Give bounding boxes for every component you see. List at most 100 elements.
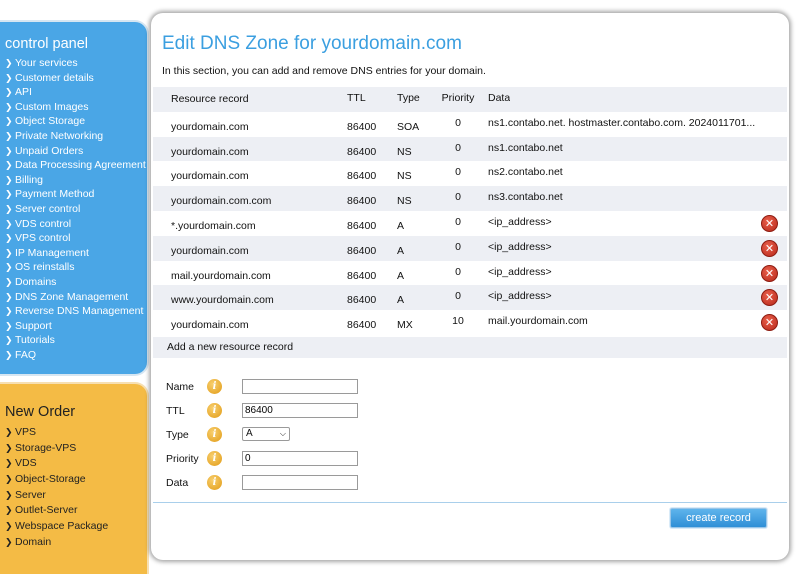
sidebar-item-your-services[interactable]: ❯ Your services (5, 56, 147, 71)
record-ttl: 86400 (347, 319, 377, 332)
record-type: MX (397, 319, 413, 332)
type-select[interactable]: A ⌵ (242, 427, 290, 441)
sidebar-item-faq[interactable]: ❯ FAQ (5, 348, 147, 363)
chevron-right-icon: ❯ (5, 427, 13, 437)
chevron-right-icon: ❯ (5, 489, 13, 500)
info-icon[interactable]: i (207, 403, 222, 418)
record-priority: 0 (455, 116, 461, 129)
new-order-item-webspace-package[interactable]: ❯ Webspace Package (5, 519, 147, 535)
chevron-right-icon: ❯ (5, 291, 13, 302)
delete-icon[interactable]: ✕ (761, 214, 778, 232)
column-header-data: Data (488, 92, 511, 104)
sidebar-item-domains[interactable]: ❯ Domains (5, 275, 147, 290)
record-type: NS (397, 170, 412, 183)
sidebar-item-vps-control[interactable]: ❯ VPS control (5, 231, 147, 246)
delete-icon[interactable]: ✕ (761, 239, 778, 257)
chevron-right-icon: ❯ (5, 203, 13, 214)
chevron-right-icon: ❯ (5, 160, 13, 171)
record-ttl: 86400 (347, 195, 377, 208)
table-row: *.yourdomain.com 86400 A 0 <ip_address> … (153, 211, 787, 236)
dns-records-table: Resource record TTL Type Priority Data y… (153, 87, 787, 335)
sidebar-item-custom-images[interactable]: ❯ Custom Images (5, 100, 147, 115)
record-data: ns1.contabo.net. hostmaster.contabo.com.… (488, 116, 756, 129)
data-input[interactable] (242, 475, 358, 490)
sidebar-item-server-control[interactable]: ❯ Server control (5, 202, 147, 217)
sidebar-item-private-networking[interactable]: ❯ Private Networking (5, 129, 147, 144)
chevron-right-icon: ❯ (5, 72, 13, 83)
record-name: *.yourdomain.com (171, 219, 256, 232)
record-data: ns1.contabo.net (488, 141, 563, 154)
sidebar-item-customer-details[interactable]: ❯ Customer details (5, 71, 147, 86)
record-priority: 0 (455, 141, 461, 154)
sidebar-item-reverse-dns-management[interactable]: ❯ Reverse DNS Management (5, 304, 147, 319)
record-priority: 0 (455, 240, 461, 253)
new-order-item-vps[interactable]: ❯ VPS (5, 425, 147, 441)
new-order-item-storage-vps[interactable]: ❯ Storage-VPS (5, 441, 147, 457)
name-input[interactable] (242, 379, 358, 394)
chevron-right-icon: ❯ (5, 276, 13, 287)
new-order-menu: ❯ VPS ❯ Storage-VPS ❯ VDS ❯ Object-Storage ❯… (5, 425, 147, 551)
record-ttl: 86400 (347, 120, 377, 133)
sidebar-item-object-storage[interactable]: ❯ Object Storage (5, 114, 147, 129)
record-data: <ip_address> (488, 215, 552, 228)
sidebar-item-vds-control[interactable]: ❯ VDS control (5, 217, 147, 232)
sidebar-item-ip-management[interactable]: ❯ IP Management (5, 246, 147, 261)
record-name: mail.yourdomain.com (171, 269, 271, 282)
type-selected-value: A (246, 428, 253, 439)
info-icon[interactable]: i (207, 427, 222, 442)
sidebar-item-data-processing-agreement[interactable]: ❯ Data Processing Agreement (5, 158, 147, 173)
chevron-right-icon: ❯ (5, 349, 13, 360)
column-header-ttl: TTL (347, 92, 366, 104)
chevron-right-icon: ❯ (5, 521, 13, 532)
delete-icon[interactable]: ✕ (761, 314, 778, 332)
table-row: yourdomain.com 86400 NS 0 ns2.contabo.ne… (153, 161, 787, 186)
sidebar-item-support[interactable]: ❯ Support (5, 319, 147, 334)
type-label: Type (166, 429, 189, 441)
column-header-priority: Priority (441, 92, 475, 104)
delete-icon[interactable]: ✕ (761, 289, 778, 307)
priority-input[interactable] (242, 451, 358, 466)
ttl-input[interactable] (242, 403, 358, 418)
sidebar-item-os-reinstalls[interactable]: ❯ OS reinstalls (5, 260, 147, 275)
chevron-right-icon: ❯ (5, 474, 13, 485)
record-ttl: 86400 (347, 170, 377, 183)
record-priority: 10 (452, 315, 464, 328)
new-order-item-object-storage[interactable]: ❯ Object-Storage (5, 472, 147, 488)
record-type: SOA (397, 120, 420, 133)
new-order-item-server[interactable]: ❯ Server (5, 488, 147, 504)
sidebar-item-billing[interactable]: ❯ Billing (5, 173, 147, 188)
record-name: yourdomain.com (171, 170, 249, 183)
record-name: www.yourdomain.com (171, 294, 274, 307)
intro-text: In this section, you can add and remove … (162, 65, 486, 77)
sidebar-item-unpaid-orders[interactable]: ❯ Unpaid Orders (5, 144, 147, 159)
name-label: Name (166, 381, 195, 393)
record-priority: 0 (455, 215, 461, 228)
sidebar-item-api[interactable]: ❯ API (5, 85, 147, 100)
new-order-item-domain[interactable]: ❯ Domain (5, 535, 147, 551)
record-type: A (397, 294, 405, 307)
chevron-right-icon: ❯ (5, 320, 13, 331)
chevron-right-icon: ❯ (5, 58, 13, 68)
chevron-right-icon: ❯ (5, 306, 13, 317)
new-order-item-outlet-server[interactable]: ❯ Outlet-Server (5, 503, 147, 519)
form-divider (153, 502, 787, 503)
create-record-button[interactable]: create record (670, 508, 767, 528)
record-data: <ip_address> (488, 265, 552, 278)
sidebar-item-payment-method[interactable]: ❯ Payment Method (5, 187, 147, 202)
ttl-label: TTL (166, 405, 185, 417)
delete-icon[interactable]: ✕ (761, 264, 778, 282)
record-name: yourdomain.com (171, 244, 249, 257)
info-icon[interactable]: i (207, 451, 222, 466)
record-type: NS (397, 145, 412, 158)
chevron-right-icon: ❯ (5, 233, 13, 244)
sidebar-item-dns-zone-management[interactable]: ❯ DNS Zone Management (5, 290, 147, 305)
table-row: yourdomain.com.com 86400 NS 0 ns3.contab… (153, 186, 787, 211)
info-icon[interactable]: i (207, 379, 222, 394)
record-priority: 0 (455, 191, 461, 204)
sidebar-item-tutorials[interactable]: ❯ Tutorials (5, 333, 147, 348)
chevron-right-icon: ❯ (5, 101, 13, 112)
chevron-right-icon: ❯ (5, 145, 13, 156)
info-icon[interactable]: i (207, 475, 222, 490)
control-panel-sidebar: control panel ❯ Your services ❯ Customer d… (0, 20, 149, 376)
new-order-item-vds[interactable]: ❯ VDS (5, 456, 147, 472)
